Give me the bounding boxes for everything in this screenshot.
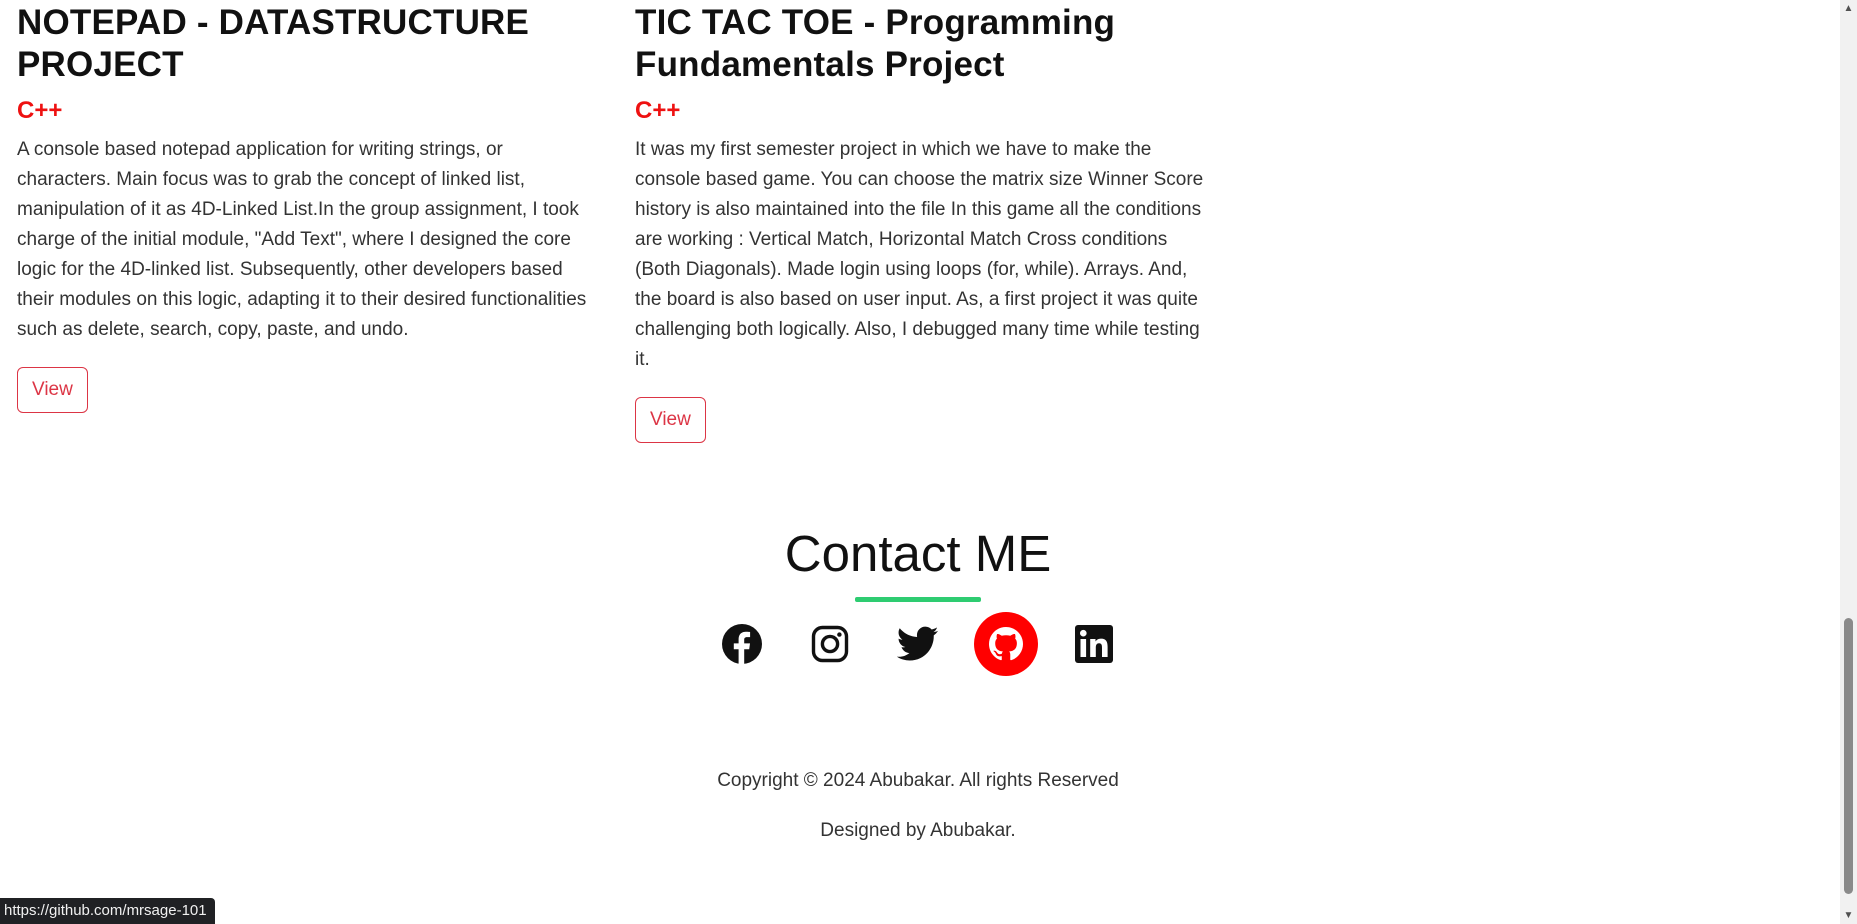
designed-by-text: Designed by Abubakar. (820, 820, 1016, 841)
title-underline (855, 597, 981, 602)
github-icon (989, 627, 1023, 661)
linkedin-link[interactable] (1062, 612, 1126, 676)
project-description: A console based notepad application for … (17, 139, 587, 340)
github-link[interactable] (974, 612, 1038, 676)
scrollbar-thumb[interactable] (1844, 618, 1853, 894)
contact-section: Contact ME (0, 520, 1836, 676)
project-description: It was my first semester project in whic… (635, 139, 1204, 370)
scroll-down-arrow-icon[interactable]: ▼ (1840, 907, 1857, 924)
view-button[interactable]: View (17, 367, 88, 413)
facebook-icon (722, 624, 762, 664)
project-card-tictactoe: TIC TAC TOE - Programming Fundamentals P… (635, 0, 1215, 443)
twitter-link[interactable] (886, 612, 950, 676)
page: NOTEPAD - DATASTRUCTURE PROJECT C++ A co… (0, 0, 1857, 924)
projects-section: NOTEPAD - DATASTRUCTURE PROJECT C++ A co… (17, 0, 1203, 443)
linkedin-icon (1075, 625, 1113, 663)
footer: Copyright © 2024 Abubakar. All rights Re… (0, 766, 1836, 846)
social-links (0, 612, 1836, 676)
facebook-link[interactable] (710, 612, 774, 676)
project-card-notepad: NOTEPAD - DATASTRUCTURE PROJECT C++ A co… (17, 0, 597, 443)
project-title: NOTEPAD - DATASTRUCTURE PROJECT (17, 3, 530, 84)
project-title: TIC TAC TOE - Programming Fundamentals P… (635, 3, 1116, 84)
scroll-up-arrow-icon[interactable]: ▲ (1840, 0, 1857, 17)
project-language: C++ (17, 97, 63, 124)
vertical-scrollbar[interactable]: ▲ ▼ (1840, 0, 1857, 924)
twitter-icon (897, 626, 939, 661)
status-bar-url: https://github.com/mrsage-101 (0, 898, 215, 924)
project-language: C++ (635, 97, 681, 124)
instagram-icon (811, 625, 849, 663)
view-button[interactable]: View (635, 397, 706, 443)
copyright-text: Copyright © 2024 Abubakar. All rights Re… (717, 770, 1119, 791)
contact-title: Contact ME (784, 525, 1052, 582)
instagram-link[interactable] (798, 612, 862, 676)
